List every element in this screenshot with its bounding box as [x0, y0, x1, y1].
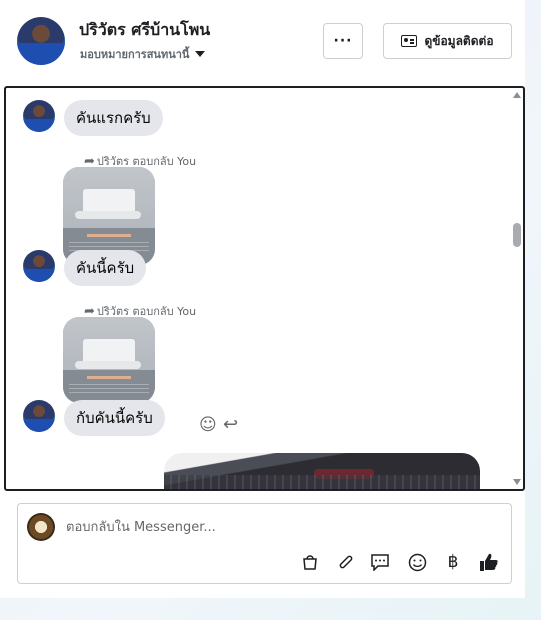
emoji-icon[interactable] — [406, 551, 428, 573]
reply-icon[interactable]: ↩ — [223, 414, 238, 435]
scroll-down-icon[interactable] — [513, 479, 521, 485]
sender-avatar — [23, 250, 55, 282]
baht-icon[interactable]: ฿ — [442, 551, 464, 573]
emoji-icon[interactable]: ☺ — [199, 415, 217, 435]
conversation-panel: ปริวัตร ศรีบ้านโพน มอบหมายการสนทนานี้ ··… — [0, 0, 525, 598]
message-bubble[interactable]: คันแรกครับ — [64, 100, 163, 136]
sender-avatar — [23, 400, 55, 432]
view-contact-label: ดูข้อมูลติดต่อ — [424, 33, 494, 48]
message-composer: ฿ — [17, 503, 512, 584]
quick-reply-icon[interactable] — [369, 551, 391, 573]
scrollbar[interactable] — [511, 88, 523, 489]
conversation-header: ปริวัตร ศรีบ้านโพน มอบหมายการสนทนานี้ ··… — [0, 0, 525, 84]
assign-label: มอบหมายการสนทนานี้ — [80, 48, 190, 61]
scroll-thumb[interactable] — [513, 223, 521, 247]
more-options-button[interactable]: ··· — [323, 23, 363, 59]
scroll-up-icon[interactable] — [513, 92, 521, 98]
contact-avatar[interactable] — [17, 17, 65, 65]
reply-input[interactable] — [66, 518, 486, 536]
replied-image[interactable] — [63, 317, 155, 403]
message-bubble[interactable]: คันนี้ครับ — [64, 250, 147, 286]
contact-name[interactable]: ปริวัตร ศรีบ้านโพน — [79, 18, 210, 43]
assign-conversation-dropdown[interactable]: มอบหมายการสนทนานี้ — [80, 45, 206, 63]
message-bubble[interactable]: กับคันนี้ครับ — [64, 400, 165, 436]
sender-avatar — [23, 100, 55, 132]
paperclip-icon[interactable] — [334, 551, 356, 573]
thumbs-up-icon[interactable] — [478, 551, 500, 573]
contact-card-icon — [401, 35, 418, 47]
sent-image[interactable] — [164, 453, 480, 489]
page-avatar — [27, 513, 55, 541]
view-contact-button[interactable]: ดูข้อมูลติดต่อ — [383, 23, 512, 59]
bag-icon[interactable] — [299, 551, 321, 573]
message-thread[interactable]: คันแรกครับ ➦ ปริวัตร ตอบกลับ You คันนี้ค… — [4, 86, 525, 491]
caret-down-icon — [195, 51, 206, 57]
